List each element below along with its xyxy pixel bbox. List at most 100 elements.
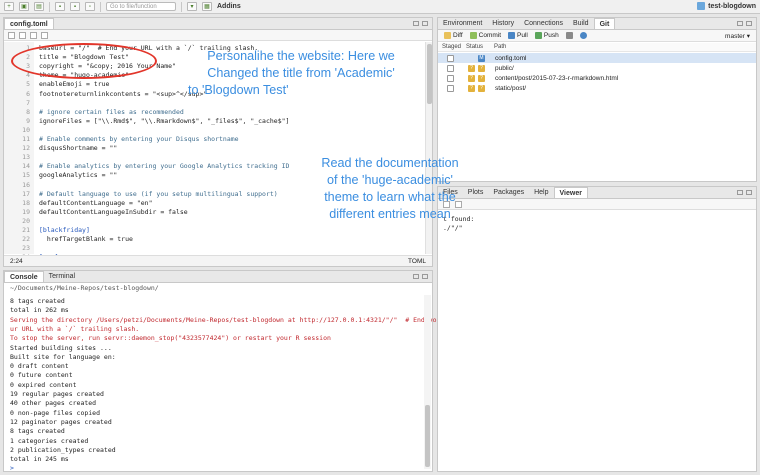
console-window-controls — [413, 274, 428, 279]
viewer-text: ./"/" — [443, 224, 463, 232]
console-line: Serving the directory /Users/petzi/Docum… — [10, 315, 437, 324]
working-directory[interactable]: ~/Documents/Meine-Repos/test-blogdown/ — [4, 283, 432, 293]
open-file-icon[interactable]: ▤ — [34, 2, 44, 11]
console-line: 12 paginator pages created — [10, 417, 112, 426]
commit-button[interactable]: Commit — [469, 32, 502, 39]
annotation-personalize: Personalihe the website: Here we Changed… — [186, 48, 416, 99]
line-number: 22 — [22, 235, 30, 244]
staged-checkbox[interactable] — [447, 84, 454, 92]
tab-history[interactable]: History — [487, 18, 519, 29]
maximize-icon[interactable] — [746, 190, 752, 195]
history-button[interactable] — [565, 32, 573, 39]
code-line[interactable]: hrefTargetBlank = true — [39, 235, 133, 244]
line-number: 10 — [22, 125, 30, 134]
branch-name: master — [725, 33, 745, 40]
staged-checkbox[interactable] — [447, 64, 454, 72]
minimize-icon[interactable] — [413, 274, 419, 279]
scrollbar-thumb[interactable] — [427, 44, 432, 104]
col-staged[interactable]: Staged — [442, 44, 461, 50]
staged-checkbox[interactable] — [447, 54, 454, 62]
tab-viewer[interactable]: Viewer — [553, 187, 588, 198]
forward-arrow-icon[interactable] — [19, 31, 26, 39]
console-prompt[interactable]: > — [10, 464, 14, 473]
branch-selector[interactable]: master ▾ — [725, 32, 750, 40]
line-number: 9 — [26, 116, 30, 125]
git-tabbar: Environment History Connections Build Gi… — [438, 18, 756, 30]
files-viewer-pane: Files Plots Packages Help Viewer t found… — [437, 186, 757, 472]
editor-tabbar: config.toml — [4, 18, 432, 30]
minimize-icon[interactable] — [413, 21, 419, 26]
git-toolbar: Diff Commit Pull Push master ▾ — [438, 30, 756, 42]
goto-file-input[interactable]: Go to file/function — [106, 2, 176, 11]
files-tabbar: Files Plots Packages Help Viewer — [438, 187, 756, 199]
console-line: total in 262 ms — [10, 306, 69, 315]
push-button[interactable]: Push — [534, 32, 559, 39]
save-all-icon[interactable]: ▪ — [70, 2, 80, 11]
code-line[interactable]: googleAnalytics = "" — [39, 171, 117, 180]
git-file-row[interactable]: Mconfig.toml — [438, 53, 756, 63]
tab-build[interactable]: Build — [568, 18, 594, 29]
tab-packages[interactable]: Packages — [488, 187, 529, 198]
toolbar-divider — [181, 1, 182, 12]
maximize-icon[interactable] — [422, 21, 428, 26]
pull-button[interactable]: Pull — [508, 32, 528, 39]
environment-git-pane: Environment History Connections Build Gi… — [437, 17, 757, 182]
tab-console[interactable]: Console — [4, 271, 44, 282]
git-file-row[interactable]: ?? content/post/2015-07-23-r-rmarkdown.ht… — [438, 73, 756, 83]
console-scrollbar[interactable] — [424, 295, 431, 469]
commit-label: Commit — [478, 32, 502, 39]
untracked-status-icon: ? — [468, 84, 475, 92]
code-line[interactable]: # Enable analytics by entering your Goog… — [39, 162, 289, 171]
tab-config-toml[interactable]: config.toml — [4, 18, 54, 29]
grid-icon[interactable]: ▦ — [202, 2, 212, 11]
maximize-icon[interactable] — [746, 21, 752, 26]
tab-git[interactable]: Git — [593, 18, 616, 29]
save-icon[interactable]: ▪ — [55, 2, 65, 11]
project-menu[interactable]: test-blogdown — [697, 2, 756, 10]
back-arrow-icon[interactable] — [8, 31, 15, 39]
new-project-icon[interactable]: ▣ — [19, 2, 29, 11]
git-window-controls — [737, 21, 752, 26]
code-tools-icon[interactable]: ▾ — [187, 2, 197, 11]
line-number: 8 — [26, 107, 30, 116]
maximize-icon[interactable] — [422, 274, 428, 279]
minimize-icon[interactable] — [737, 21, 743, 26]
diff-button[interactable]: Diff — [444, 32, 463, 39]
minimize-icon[interactable] — [737, 190, 743, 195]
tab-terminal[interactable]: Terminal — [44, 271, 80, 282]
code-line[interactable]: [blackfriday] — [39, 226, 90, 235]
staged-checkbox[interactable] — [447, 74, 454, 82]
git-file-row[interactable]: ?? public/ — [438, 63, 756, 73]
code-line[interactable]: defaultContentLanguage = "en" — [39, 199, 153, 208]
code-line[interactable]: enableEmoji = true — [39, 80, 109, 89]
print-icon[interactable]: ▫ — [85, 2, 95, 11]
tab-connections[interactable]: Connections — [519, 18, 568, 29]
git-file-row[interactable]: ?? static/post/ — [438, 83, 756, 93]
tab-help[interactable]: Help — [529, 187, 553, 198]
scrollbar-thumb[interactable] — [425, 405, 430, 467]
cursor-position: 2:24 — [10, 257, 23, 265]
code-line[interactable]: # Enable comments by entering your Disqu… — [39, 135, 239, 144]
code-line[interactable]: footnotereturnlinkcontents = "<sup>^</su… — [39, 90, 207, 99]
code-line[interactable]: ignoreFiles = ["\\.Rmd$", "\\.Rmarkdown$… — [39, 117, 289, 126]
pull-arrow-icon — [508, 32, 516, 39]
col-status[interactable]: Status — [466, 44, 483, 50]
code-line[interactable]: # ignore certain files as recommended — [39, 108, 184, 117]
search-icon[interactable] — [41, 31, 48, 39]
code-line[interactable]: disqusShortname = "" — [39, 144, 117, 153]
addins-menu[interactable]: Addins — [217, 3, 241, 10]
toolbar-divider — [100, 1, 101, 12]
file-type[interactable]: TOML — [408, 258, 426, 265]
new-file-icon[interactable]: + — [4, 2, 14, 11]
line-number: 17 — [22, 189, 30, 198]
code-line[interactable]: defaultContentLanguageInSubdir = false — [39, 208, 188, 217]
code-line[interactable]: # Default language to use (if you setup … — [39, 190, 278, 199]
col-path[interactable]: Path — [494, 44, 506, 50]
console-line: ur URL with a `/` trailing slash. — [10, 324, 140, 333]
save-icon[interactable] — [30, 31, 37, 39]
tab-environment[interactable]: Environment — [438, 18, 487, 29]
viewer-toolbar — [438, 199, 756, 210]
more-button[interactable] — [579, 32, 587, 39]
untracked-status-icon: ? — [478, 64, 485, 72]
annotation-documentation: Read the documentation of the 'huge-acad… — [300, 155, 480, 223]
